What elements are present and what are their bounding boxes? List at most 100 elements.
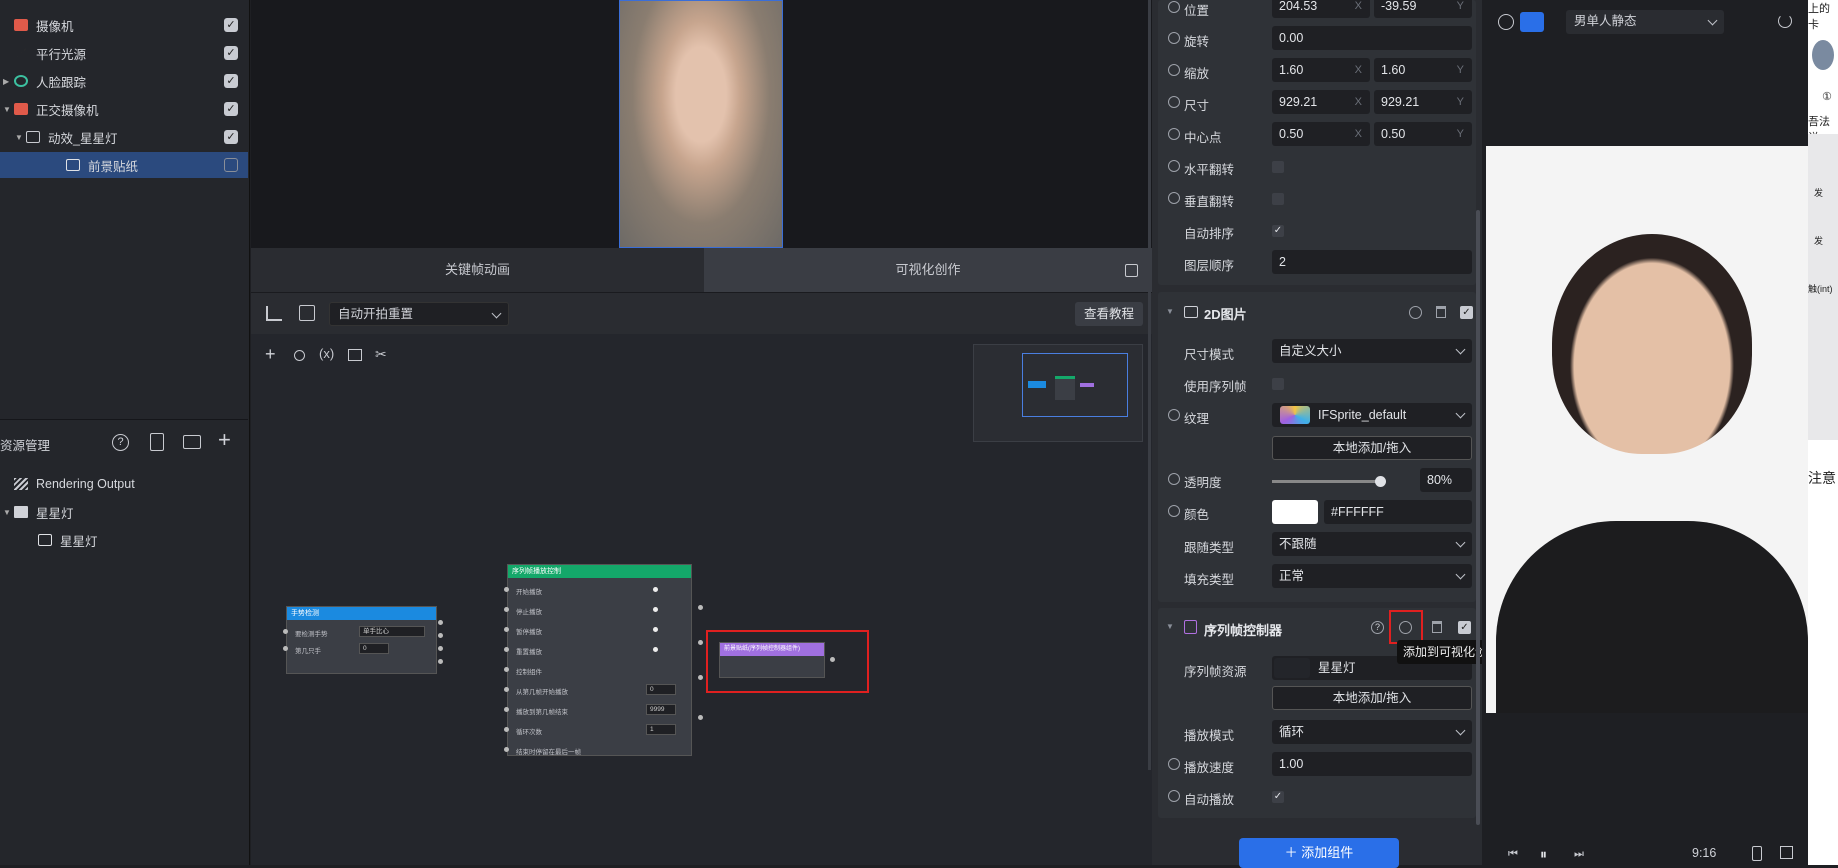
center-scrollbar[interactable]	[1148, 0, 1151, 770]
record-icon[interactable]	[1498, 14, 1514, 30]
node-port[interactable]	[653, 647, 658, 652]
aspect-ratio-select[interactable]: 9:16	[1692, 846, 1716, 860]
map-icon[interactable]	[348, 349, 362, 361]
keyframe-icon[interactable]	[1168, 192, 1180, 204]
node-port[interactable]	[653, 627, 658, 632]
node-port[interactable]	[504, 747, 509, 752]
tab-visual-creation[interactable]: 可视化创作	[704, 248, 1152, 292]
opacity-input[interactable]: 80%	[1420, 468, 1472, 492]
tutorial-button[interactable]: 查看教程	[1075, 302, 1143, 326]
keyframe-icon[interactable]	[1168, 128, 1180, 140]
expand-icon[interactable]: ▶	[0, 77, 14, 86]
keyframe-icon[interactable]	[1168, 64, 1180, 76]
collapse-icon[interactable]: ▼	[0, 133, 26, 142]
keyframe-icon[interactable]	[1168, 758, 1180, 770]
local-add-button[interactable]: 本地添加/拖入	[1272, 436, 1472, 460]
color-swatch[interactable]	[1272, 500, 1318, 524]
visibility-checkbox[interactable]: ✓	[224, 18, 238, 32]
node-port[interactable]	[504, 587, 509, 592]
tree-item-face-tracking[interactable]: ▶ 人脸跟踪 ✓	[0, 68, 248, 94]
node-input[interactable]: 1	[646, 724, 676, 735]
node-port[interactable]	[698, 675, 703, 680]
flow-icon[interactable]	[266, 306, 282, 321]
graph-template-select[interactable]: 自动开拍重置	[329, 302, 509, 326]
keyframe-icon[interactable]	[1168, 1, 1180, 13]
node-input[interactable]: 9999	[646, 704, 676, 715]
slider-thumb[interactable]	[1375, 476, 1386, 487]
node-port[interactable]	[438, 620, 443, 625]
pivot-x-input[interactable]: 0.50 X	[1272, 122, 1370, 146]
node-port[interactable]	[438, 659, 443, 664]
node-input[interactable]: 0	[359, 643, 389, 654]
node-port[interactable]	[438, 646, 443, 651]
layer-order-input[interactable]: 2	[1272, 250, 1472, 274]
keyframe-icon[interactable]	[1168, 32, 1180, 44]
enable-checkbox[interactable]: ✓	[1458, 621, 1471, 634]
scissors-icon[interactable]: ✂	[375, 346, 387, 363]
asset-item-star-light[interactable]: 星星灯	[0, 527, 248, 553]
node-port[interactable]	[504, 627, 509, 632]
local-add-button[interactable]: 本地添加/拖入	[1272, 686, 1472, 710]
fill-type-select[interactable]: 正常	[1272, 564, 1472, 588]
node-input[interactable]: 0	[646, 684, 676, 695]
node-port[interactable]	[504, 607, 509, 612]
collapse-icon[interactable]: ▼	[1166, 307, 1174, 316]
collapse-icon[interactable]: ▼	[0, 105, 14, 114]
add-node-icon[interactable]: +	[265, 344, 276, 365]
visibility-checkbox[interactable]: ✓	[224, 46, 238, 60]
node-port[interactable]	[653, 587, 658, 592]
node-port[interactable]	[504, 647, 509, 652]
size-x-input[interactable]: 929.21 X	[1272, 90, 1370, 114]
keyframe-icon[interactable]	[1168, 96, 1180, 108]
keyframe-icon[interactable]	[1168, 790, 1180, 802]
enable-checkbox[interactable]: ✓	[1460, 306, 1473, 319]
pause-icon[interactable]: ⏸	[1540, 846, 1547, 863]
node-port[interactable]	[504, 727, 509, 732]
rotation-input[interactable]: 0.00	[1272, 26, 1472, 50]
import-file-icon[interactable]	[150, 433, 164, 451]
pivot-y-input[interactable]: 0.50 Y	[1374, 122, 1472, 146]
node-port[interactable]	[283, 646, 288, 651]
tree-item-camera[interactable]: 摄像机 ✓	[0, 12, 248, 38]
visibility-checkbox[interactable]: ✓	[224, 102, 238, 116]
node-port[interactable]	[698, 715, 703, 720]
tab-keyframe[interactable]: 关键帧动画	[251, 248, 704, 292]
node-port[interactable]	[504, 667, 509, 672]
node-port[interactable]	[504, 707, 509, 712]
props-scrollbar[interactable]	[1476, 210, 1480, 825]
keyframe-icon[interactable]	[1168, 160, 1180, 172]
node-sequence-control[interactable]: 序列帧播放控制 开始播放 停止播放 暂停播放 重置播放 控制组件 从第几帧开始播…	[504, 564, 703, 756]
position-y-input[interactable]: -39.59 Y	[1374, 0, 1472, 18]
prev-frame-icon[interactable]: ⏮	[1508, 848, 1518, 861]
add-icon[interactable]: +	[218, 429, 231, 451]
size-mode-select[interactable]: 自定义大小	[1272, 339, 1472, 363]
effect-select[interactable]: 男单人静态	[1566, 10, 1724, 34]
node-port[interactable]	[283, 629, 288, 634]
device-icon[interactable]	[1752, 846, 1762, 861]
tree-item-directional-light[interactable]: 平行光源 ✓	[0, 40, 248, 66]
asset-item-rendering-output[interactable]: Rendering Output	[0, 471, 248, 497]
auto-sort-checkbox[interactable]: ✓	[1272, 225, 1284, 237]
flip-v-checkbox[interactable]	[1272, 193, 1284, 205]
help-icon[interactable]: ?	[112, 434, 129, 451]
flip-h-checkbox[interactable]	[1272, 161, 1284, 173]
help-icon[interactable]: ?	[1371, 621, 1384, 634]
locate-icon[interactable]	[294, 350, 305, 361]
popout-icon[interactable]	[1125, 264, 1138, 277]
minimap[interactable]	[973, 344, 1143, 442]
keyframe-icon[interactable]	[1168, 409, 1180, 421]
new-folder-icon[interactable]	[183, 435, 201, 449]
use-sequence-checkbox[interactable]	[1272, 378, 1284, 390]
tree-item-ortho-camera[interactable]: ▼ 正交摄像机 ✓	[0, 96, 248, 122]
color-hex-input[interactable]: #FFFFFF	[1324, 500, 1472, 524]
visibility-checkbox[interactable]: ✓	[224, 74, 238, 88]
delete-icon[interactable]	[1432, 621, 1442, 633]
node-port[interactable]	[504, 687, 509, 692]
visibility-checkbox[interactable]	[224, 158, 238, 172]
crop-icon[interactable]	[1780, 846, 1793, 859]
opacity-slider[interactable]	[1272, 480, 1379, 483]
refresh-icon[interactable]	[1778, 14, 1792, 28]
autoplay-checkbox[interactable]: ✓	[1272, 791, 1284, 803]
play-speed-input[interactable]: 1.00	[1272, 752, 1472, 776]
follow-type-select[interactable]: 不跟随	[1272, 532, 1472, 556]
